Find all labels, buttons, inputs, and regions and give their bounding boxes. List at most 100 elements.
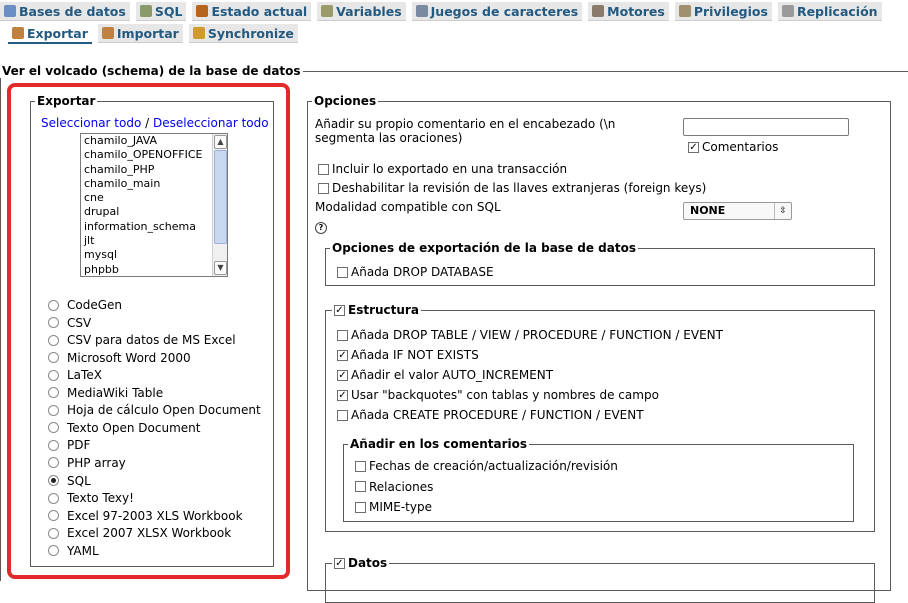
database-option[interactable]: mysql (81, 248, 227, 262)
tab-exportar[interactable]: Exportar (8, 24, 92, 44)
format-option[interactable]: PHP array (48, 455, 126, 471)
drop-database-checkbox[interactable] (337, 266, 348, 278)
comentarios-option[interactable]: ✓ Comentarios (688, 139, 778, 155)
tab-variables[interactable]: Variables (317, 2, 406, 21)
structure-option-checkbox[interactable] (337, 409, 348, 421)
structure-legend[interactable]: ✓ Estructura (332, 302, 421, 318)
format-radio[interactable] (48, 510, 59, 522)
comment-option-checkbox[interactable] (355, 460, 366, 472)
format-radio[interactable] (48, 545, 59, 557)
synchronize-icon (192, 27, 205, 39)
format-option[interactable]: Hoja de cálculo Open Document (48, 402, 261, 418)
structure-option-checkbox[interactable] (337, 329, 348, 341)
structure-option[interactable]: ✓ Usar "backquotes" con tablas y nombres … (337, 387, 659, 403)
format-radio[interactable] (48, 527, 59, 539)
comentarios-checkbox[interactable]: ✓ (688, 141, 699, 153)
database-option[interactable]: cne (81, 191, 227, 205)
tab-label: Motores (607, 3, 665, 19)
database-option[interactable]: chamilo_PHP (81, 163, 227, 177)
scrollbar-thumb[interactable] (214, 150, 227, 244)
structure-option[interactable]: ✓ Añadir el valor AUTO_INCREMENT (337, 367, 553, 383)
database-list[interactable]: chamilo_JAVA chamilo_OPENOFFICE chamilo_PH… (80, 133, 228, 277)
comment-input[interactable] (683, 118, 849, 136)
select-all-link[interactable]: Seleccionar todo (41, 116, 141, 130)
format-label: PHP array (67, 455, 126, 470)
comment-option[interactable]: MIME-type (355, 499, 432, 515)
structure-option-checkbox[interactable]: ✓ (337, 389, 348, 401)
structure-option[interactable]: Añada DROP TABLE / VIEW / PROCEDURE / FU… (337, 327, 723, 343)
database-option[interactable]: jlt (81, 234, 227, 248)
data-legend[interactable]: ✓ Datos (332, 555, 390, 571)
database-option[interactable]: information_schema (81, 220, 227, 234)
format-option[interactable]: Microsoft Word 2000 (48, 350, 191, 366)
page-title: Ver el volcado (schema) de la base de da… (0, 64, 303, 78)
format-radio[interactable] (48, 457, 59, 469)
database-option[interactable]: drupal (81, 205, 227, 219)
tab-label: SQL (154, 3, 183, 19)
format-option[interactable]: Excel 97-2003 XLS Workbook (48, 508, 243, 524)
structure-option-label: Usar "backquotes" con tablas y nombres d… (351, 388, 659, 402)
drop-database-option[interactable]: Añada DROP DATABASE (337, 264, 494, 280)
format-option[interactable]: Texto Texy! (48, 490, 134, 506)
tab-label: Variables (336, 3, 402, 19)
tab-synchronize[interactable]: Synchronize (188, 24, 298, 43)
structure-option[interactable]: ✓ Añada IF NOT EXISTS (337, 347, 479, 363)
comment-option-checkbox[interactable] (355, 501, 366, 513)
scroll-down-icon[interactable]: ▼ (214, 261, 227, 275)
transaction-checkbox[interactable] (318, 163, 329, 175)
transaction-option[interactable]: Incluir lo exportado en una transacción (318, 161, 567, 177)
format-radio[interactable] (48, 439, 59, 451)
format-radio[interactable] (48, 422, 59, 434)
tab-sql[interactable]: SQL (135, 2, 187, 21)
select-updown-icon: ⇳ (774, 203, 791, 219)
databases-icon (4, 5, 16, 17)
foreign-keys-option[interactable]: Deshabilitar la revisión de las llaves e… (318, 180, 706, 196)
format-option[interactable]: CSV para datos de MS Excel (48, 332, 236, 348)
scroll-up-icon[interactable]: ▲ (214, 135, 227, 149)
tab-privilegios[interactable]: Privilegios (674, 2, 772, 21)
format-radio[interactable] (48, 387, 59, 399)
structure-option-checkbox[interactable]: ✓ (337, 349, 348, 361)
foreign-keys-checkbox[interactable] (318, 182, 329, 194)
format-radio[interactable] (48, 369, 59, 381)
compat-select[interactable]: NONE ⇳ (683, 202, 792, 220)
structure-option[interactable]: Añada CREATE PROCEDURE / FUNCTION / EVEN… (337, 407, 644, 423)
tab-replicaci-n[interactable]: Replicación (777, 2, 882, 21)
database-option[interactable]: chamilo_JAVA (81, 134, 227, 148)
data-checkbox[interactable]: ✓ (334, 557, 345, 569)
format-option[interactable]: PDF (48, 437, 90, 453)
engines-icon (592, 5, 605, 17)
deselect-all-link[interactable]: Deseleccionar todo (153, 116, 269, 130)
structure-checkbox[interactable]: ✓ (334, 304, 345, 316)
database-option[interactable]: chamilo_OPENOFFICE (81, 148, 227, 162)
format-option[interactable]: LaTeX (48, 367, 102, 383)
format-radio[interactable] (48, 352, 59, 364)
comment-option-checkbox[interactable] (355, 481, 366, 492)
database-option[interactable]: phpbb (81, 263, 227, 276)
format-radio[interactable] (48, 334, 59, 346)
format-option[interactable]: YAML (48, 543, 99, 559)
format-radio[interactable] (48, 317, 59, 329)
database-list-scrollbar[interactable]: ▲ ▼ (212, 134, 227, 276)
comment-option[interactable]: Fechas de creación/actualización/revisió… (355, 458, 618, 474)
format-radio[interactable] (48, 475, 59, 486)
format-option[interactable]: CSV (48, 315, 91, 331)
format-option[interactable]: Excel 2007 XLSX Workbook (48, 525, 231, 541)
format-option[interactable]: SQL (48, 473, 91, 489)
help-icon[interactable]: ? (315, 222, 327, 234)
tab-motores[interactable]: Motores (588, 2, 669, 21)
tab-estado-actual[interactable]: Estado actual (192, 2, 312, 21)
format-option[interactable]: Texto Open Document (48, 420, 200, 436)
structure-option-label: Añada IF NOT EXISTS (351, 348, 479, 362)
tab-importar[interactable]: Importar (97, 24, 183, 43)
tab-bases-de-datos[interactable]: Bases de datos (0, 2, 130, 21)
database-option[interactable]: chamilo_main (81, 177, 227, 191)
format-option[interactable]: CodeGen (48, 297, 122, 313)
format-radio[interactable] (48, 404, 59, 416)
format-option[interactable]: MediaWiki Table (48, 385, 163, 401)
format-radio[interactable] (48, 299, 59, 311)
format-radio[interactable] (48, 492, 59, 504)
comment-option[interactable]: Relaciones (355, 479, 433, 495)
tab-juegos-de-caracteres[interactable]: Juegos de caracteres (411, 2, 583, 21)
structure-option-checkbox[interactable]: ✓ (337, 369, 348, 381)
